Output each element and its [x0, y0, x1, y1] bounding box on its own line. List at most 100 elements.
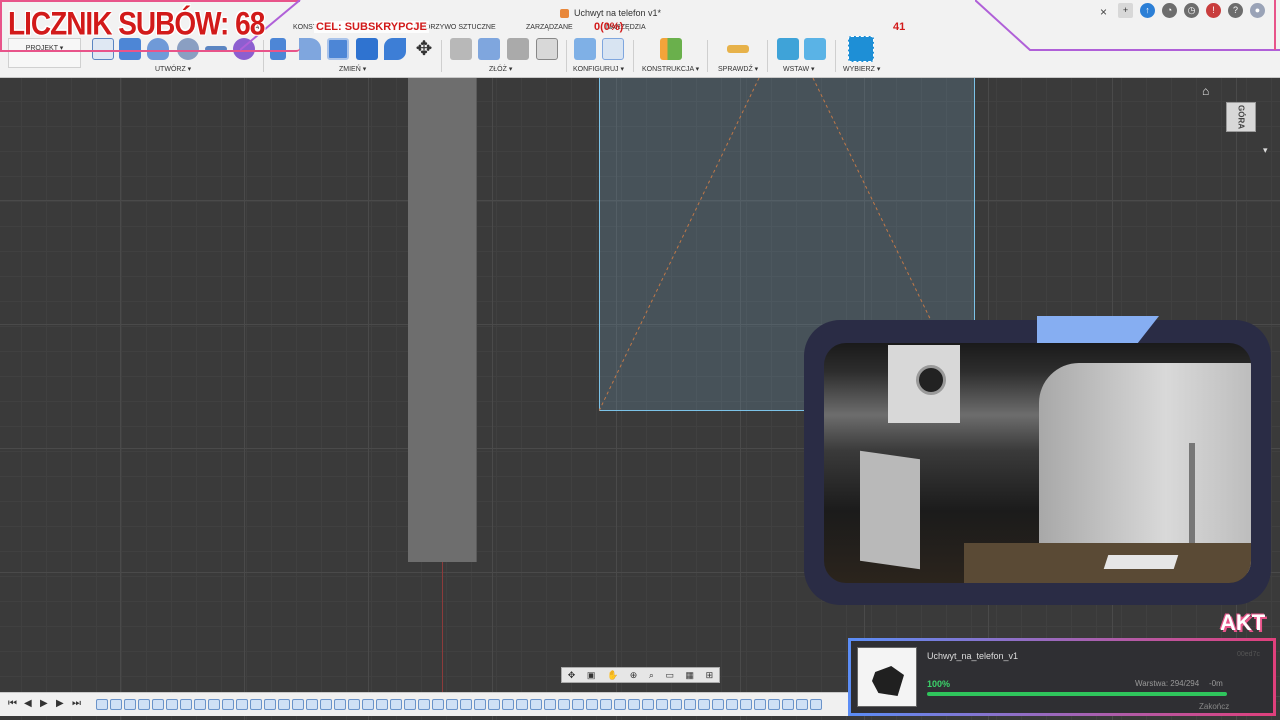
timeline-feature[interactable]: [782, 699, 794, 710]
timeline-feature[interactable]: [768, 699, 780, 710]
avatar[interactable]: ●: [1250, 3, 1265, 18]
look-at-icon[interactable]: ▣: [587, 670, 596, 681]
grid-settings-icon[interactable]: ▦: [686, 670, 695, 681]
help-icon[interactable]: ?: [1228, 3, 1243, 18]
view-cube-face[interactable]: GÓRA: [1226, 102, 1256, 132]
group-zmien[interactable]: ZMIEŃ ▾: [339, 65, 366, 73]
move-icon[interactable]: ✥: [413, 38, 435, 60]
timeline-feature[interactable]: [656, 699, 668, 710]
group-zloz[interactable]: ZŁÓŻ ▾: [489, 65, 512, 73]
clock-icon[interactable]: ◷: [1184, 3, 1199, 18]
pan-icon[interactable]: ✋: [607, 670, 618, 681]
timeline-feature[interactable]: [740, 699, 752, 710]
timeline-feature[interactable]: [292, 699, 304, 710]
timeline-end-icon[interactable]: ⏭: [72, 698, 81, 709]
print-end-button[interactable]: Zakończ: [1199, 702, 1229, 711]
group-sprawdz[interactable]: SPRAWDŹ ▾: [718, 65, 758, 73]
combine-icon[interactable]: [356, 38, 378, 60]
insert-derive-icon[interactable]: [777, 38, 799, 60]
document-tab[interactable]: Uchwyt na telefon v1*: [560, 4, 661, 22]
zoom-window-icon[interactable]: ⌕: [649, 670, 654, 681]
configure-table-icon[interactable]: [602, 38, 624, 60]
timeline-feature[interactable]: [600, 699, 612, 710]
group-utworz[interactable]: UTWÓRZ ▾: [155, 65, 191, 73]
configure-icon[interactable]: [574, 38, 596, 60]
timeline-feature[interactable]: [558, 699, 570, 710]
timeline-feature[interactable]: [530, 699, 542, 710]
project-dropdown[interactable]: PROJEKT ▾: [8, 38, 81, 68]
timeline-start-icon[interactable]: ⏮: [8, 698, 17, 709]
timeline-feature[interactable]: [110, 699, 122, 710]
job-status-icon[interactable]: ◔: [1162, 3, 1177, 18]
timeline-feature[interactable]: [180, 699, 192, 710]
timeline-feature[interactable]: [614, 699, 626, 710]
timeline-feature[interactable]: [572, 699, 584, 710]
pattern-icon[interactable]: [205, 46, 227, 52]
new-component-icon[interactable]: [478, 38, 500, 60]
viewports-icon[interactable]: ⊞: [706, 670, 714, 681]
timeline-feature[interactable]: [362, 699, 374, 710]
view-cube[interactable]: GÓRA: [1212, 92, 1272, 152]
measure-icon[interactable]: [727, 45, 749, 53]
shell-icon[interactable]: [327, 38, 349, 60]
timeline-feature[interactable]: [516, 699, 528, 710]
timeline-feature[interactable]: [194, 699, 206, 710]
extensions-icon[interactable]: ↑: [1140, 3, 1155, 18]
table-icon[interactable]: [536, 38, 558, 60]
group-konfiguruj[interactable]: KONFIGURUJ ▾: [573, 65, 624, 73]
timeline-play-icon[interactable]: ▶: [40, 698, 48, 709]
construct-plane-icon[interactable]: [660, 38, 682, 60]
timeline-feature[interactable]: [404, 699, 416, 710]
timeline-feature[interactable]: [320, 699, 332, 710]
timeline-feature[interactable]: [586, 699, 598, 710]
timeline-forward-icon[interactable]: ▶: [56, 698, 64, 709]
zoom-icon[interactable]: ⊕: [630, 670, 638, 681]
close-tab-icon[interactable]: ×: [1100, 5, 1107, 19]
timeline-feature[interactable]: [138, 699, 150, 710]
timeline-feature[interactable]: [754, 699, 766, 710]
timeline-feature[interactable]: [432, 699, 444, 710]
view-cube-menu-icon[interactable]: ▾: [1263, 145, 1268, 156]
fillet-icon[interactable]: [299, 38, 321, 60]
timeline-feature[interactable]: [810, 699, 822, 710]
timeline-feature[interactable]: [698, 699, 710, 710]
joint-icon[interactable]: [450, 38, 472, 60]
display-settings-icon[interactable]: ▭: [665, 670, 674, 681]
split-icon[interactable]: [384, 38, 406, 60]
body-extrusion[interactable]: [408, 78, 477, 562]
group-wstaw[interactable]: WSTAW ▾: [783, 65, 815, 73]
insert-image-icon[interactable]: [804, 38, 826, 60]
timeline-feature[interactable]: [124, 699, 136, 710]
timeline-feature[interactable]: [684, 699, 696, 710]
timeline-back-icon[interactable]: ◀: [24, 698, 32, 709]
timeline-feature[interactable]: [96, 699, 108, 710]
timeline-feature[interactable]: [712, 699, 724, 710]
timeline-feature[interactable]: [222, 699, 234, 710]
home-icon[interactable]: ⌂: [1202, 84, 1209, 98]
timeline-feature[interactable]: [544, 699, 556, 710]
select-icon[interactable]: [848, 36, 874, 62]
timeline-feature[interactable]: [376, 699, 388, 710]
timeline-feature[interactable]: [418, 699, 430, 710]
timeline-feature[interactable]: [264, 699, 276, 710]
timeline-feature[interactable]: [208, 699, 220, 710]
timeline-feature[interactable]: [390, 699, 402, 710]
as-built-joint-icon[interactable]: [507, 38, 529, 60]
press-pull-icon[interactable]: [270, 38, 286, 60]
group-konstrukcja[interactable]: KONSTRUKCJA ▾: [642, 65, 699, 73]
timeline-feature[interactable]: [306, 699, 318, 710]
timeline-feature[interactable]: [278, 699, 290, 710]
timeline-feature[interactable]: [474, 699, 486, 710]
timeline-feature[interactable]: [488, 699, 500, 710]
timeline-feature[interactable]: [642, 699, 654, 710]
timeline-feature[interactable]: [502, 699, 514, 710]
timeline-feature[interactable]: [670, 699, 682, 710]
orbit-icon[interactable]: ✥: [568, 670, 576, 681]
group-wybierz[interactable]: WYBIERZ ▾: [843, 65, 880, 73]
timeline-feature[interactable]: [166, 699, 178, 710]
timeline-feature[interactable]: [446, 699, 458, 710]
timeline-feature[interactable]: [460, 699, 472, 710]
timeline-feature[interactable]: [628, 699, 640, 710]
tab-zarzadzane[interactable]: ZARZĄDZANE: [526, 24, 573, 31]
new-tab-icon[interactable]: +: [1118, 3, 1133, 18]
